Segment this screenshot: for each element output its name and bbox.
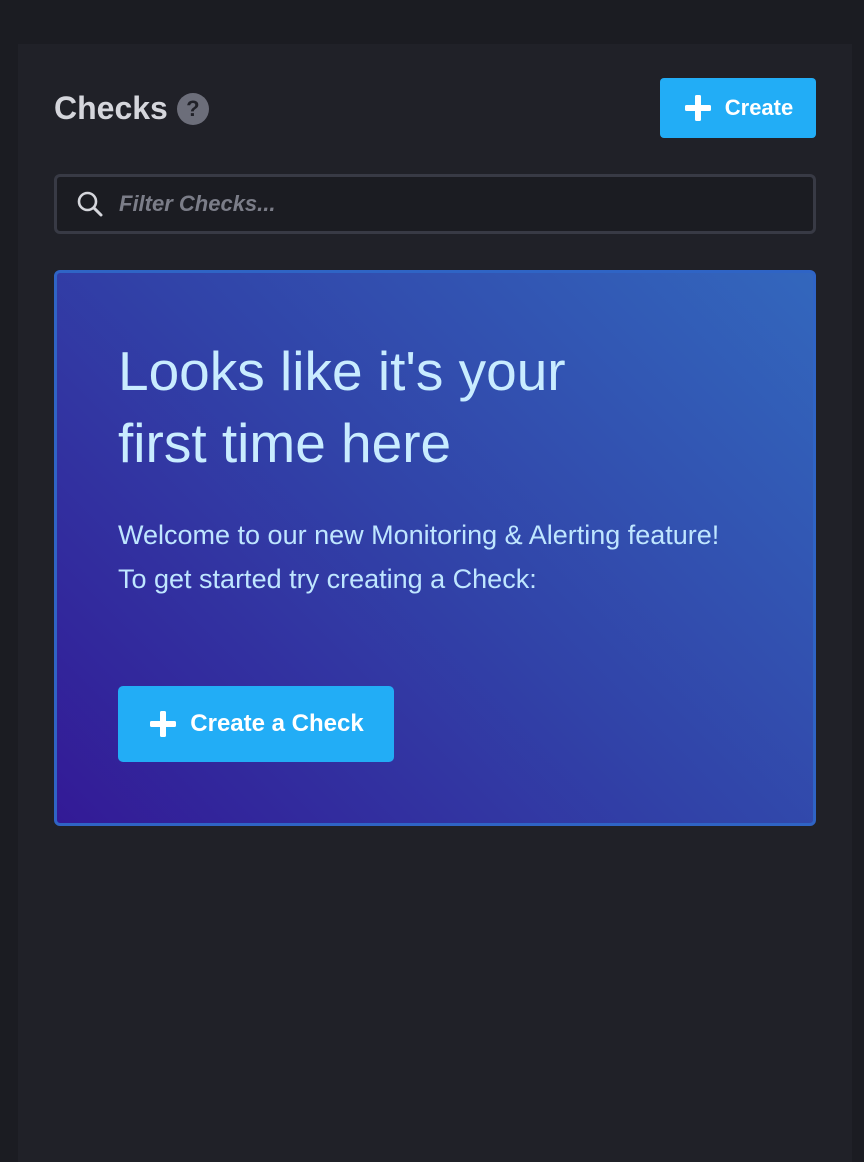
- welcome-heading-line-1: Looks like it's your: [118, 340, 566, 402]
- create-check-button[interactable]: Create a Check: [118, 686, 394, 762]
- welcome-card: Looks like it's your first time here Wel…: [54, 270, 816, 826]
- welcome-message-line-2: To get started try creating a Check:: [118, 564, 537, 594]
- checks-panel: Checks ? Create Looks like it's your fir…: [18, 44, 852, 1162]
- welcome-message-line-1: Welcome to our new Monitoring & Alerting…: [118, 520, 720, 550]
- create-button-label: Create: [724, 95, 794, 120]
- checks-header: Checks ? Create: [54, 78, 816, 138]
- search-icon: [77, 191, 103, 217]
- welcome-message: Welcome to our new Monitoring & Alerting…: [118, 513, 738, 601]
- welcome-heading-line-2: first time here: [118, 412, 452, 474]
- plus-icon: [150, 711, 177, 737]
- question-circle-icon[interactable]: ?: [176, 92, 209, 125]
- filter-checks-input[interactable]: [119, 191, 813, 217]
- plus-icon: [684, 95, 711, 121]
- welcome-heading: Looks like it's your first time here: [118, 335, 678, 479]
- create-button[interactable]: Create: [660, 78, 816, 138]
- filter-search-box[interactable]: [54, 174, 816, 234]
- title-group: Checks ?: [54, 90, 209, 127]
- create-check-button-label: Create a Check: [190, 710, 364, 737]
- page-title: Checks: [54, 90, 168, 126]
